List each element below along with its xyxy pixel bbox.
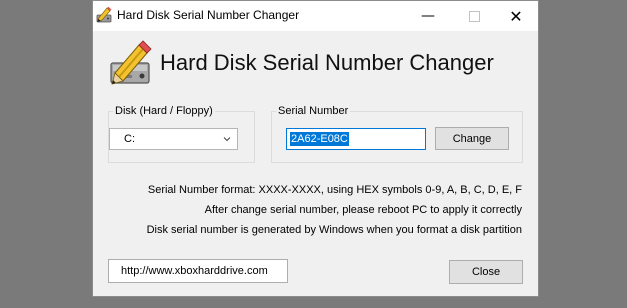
- disk-group-label: Disk (Hard / Floppy): [115, 105, 213, 117]
- title-bar[interactable]: Hard Disk Serial Number Changer — ✕: [93, 1, 538, 31]
- chevron-down-icon: [223, 137, 231, 142]
- app-title: Hard Disk Serial Number Changer: [160, 50, 494, 75]
- maximize-button: [451, 1, 497, 31]
- serial-number-value: 2A62-E08C: [290, 132, 349, 146]
- format-info-text: Serial Number format: XXXX-XXXX, using H…: [147, 184, 522, 196]
- generation-info-text: Disk serial number is generated by Windo…: [146, 224, 522, 236]
- close-button[interactable]: Close: [449, 260, 523, 284]
- change-button[interactable]: Change: [435, 127, 509, 150]
- pencil-disk-icon: [110, 40, 152, 85]
- close-icon: ✕: [509, 6, 523, 26]
- website-link[interactable]: http://www.xboxharddrive.com: [108, 259, 288, 283]
- disk-select[interactable]: C:: [109, 128, 238, 150]
- minimize-icon: —: [421, 8, 435, 24]
- app-window: Hard Disk Serial Number Changer — ✕ Hard…: [92, 0, 539, 297]
- serial-number-input[interactable]: 2A62-E08C: [286, 128, 426, 150]
- pencil-disk-icon: [96, 6, 112, 23]
- close-window-button[interactable]: ✕: [493, 1, 539, 31]
- reboot-info-text: After change serial number, please reboo…: [204, 204, 522, 216]
- maximize-icon: [468, 10, 480, 22]
- window-title: Hard Disk Serial Number Changer: [117, 8, 300, 22]
- disk-select-value: C:: [124, 133, 135, 145]
- serial-group-label: Serial Number: [278, 105, 349, 117]
- minimize-button[interactable]: —: [405, 1, 451, 31]
